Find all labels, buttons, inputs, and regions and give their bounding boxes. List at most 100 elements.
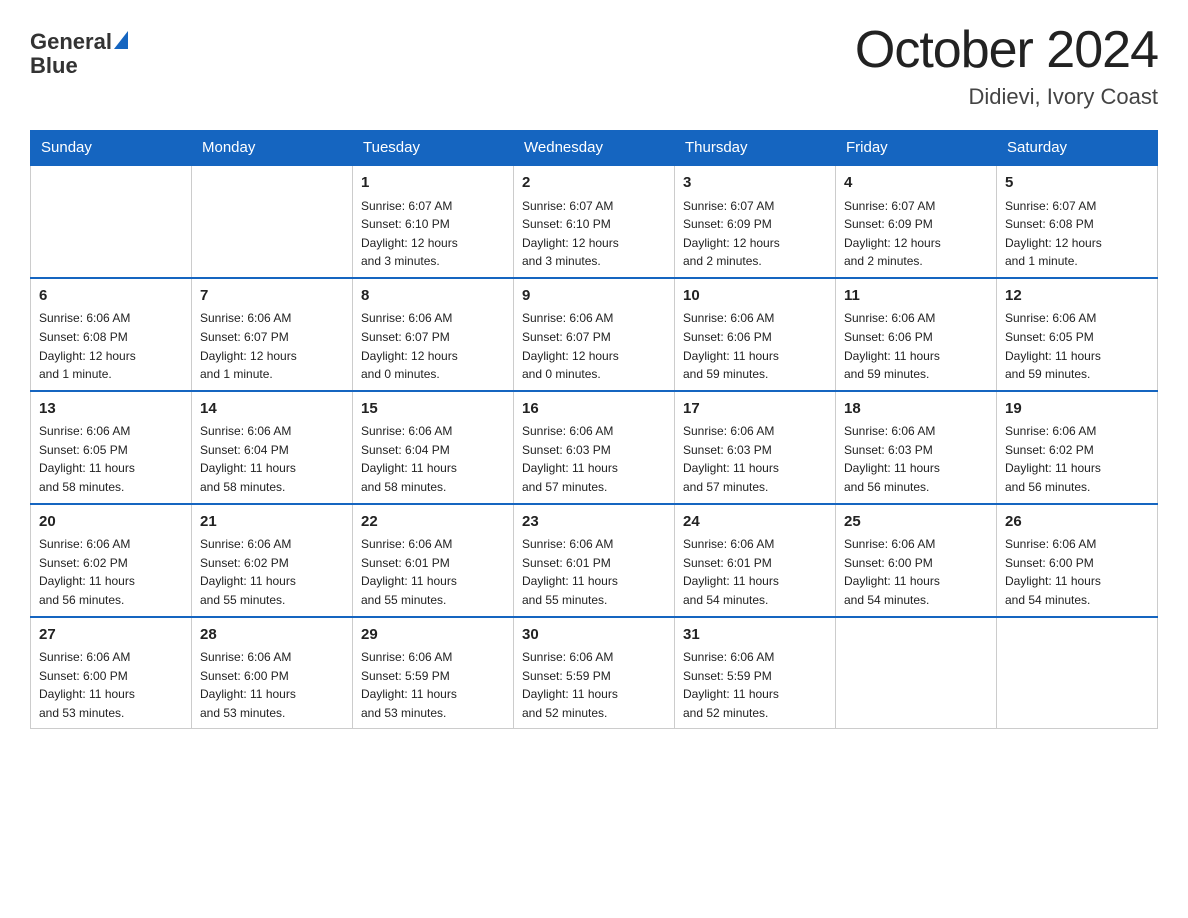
day-number: 20 bbox=[39, 511, 183, 534]
calendar-cell bbox=[192, 165, 353, 278]
calendar-cell: 1Sunrise: 6:07 AM Sunset: 6:10 PM Daylig… bbox=[353, 165, 514, 278]
calendar-cell: 15Sunrise: 6:06 AM Sunset: 6:04 PM Dayli… bbox=[353, 391, 514, 504]
day-number: 8 bbox=[361, 285, 505, 308]
day-info: Sunrise: 6:06 AM Sunset: 6:02 PM Dayligh… bbox=[200, 535, 344, 609]
day-info: Sunrise: 6:06 AM Sunset: 6:01 PM Dayligh… bbox=[683, 535, 827, 609]
day-number: 12 bbox=[1005, 285, 1149, 308]
weekday-header-saturday: Saturday bbox=[997, 131, 1158, 166]
calendar-cell: 25Sunrise: 6:06 AM Sunset: 6:00 PM Dayli… bbox=[836, 504, 997, 617]
day-info: Sunrise: 6:07 AM Sunset: 6:10 PM Dayligh… bbox=[361, 197, 505, 271]
day-info: Sunrise: 6:06 AM Sunset: 6:02 PM Dayligh… bbox=[39, 535, 183, 609]
calendar-cell: 2Sunrise: 6:07 AM Sunset: 6:10 PM Daylig… bbox=[514, 165, 675, 278]
day-number: 9 bbox=[522, 285, 666, 308]
weekday-header-thursday: Thursday bbox=[675, 131, 836, 166]
day-number: 15 bbox=[361, 398, 505, 421]
day-info: Sunrise: 6:07 AM Sunset: 6:08 PM Dayligh… bbox=[1005, 197, 1149, 271]
calendar-cell: 5Sunrise: 6:07 AM Sunset: 6:08 PM Daylig… bbox=[997, 165, 1158, 278]
day-info: Sunrise: 6:06 AM Sunset: 5:59 PM Dayligh… bbox=[361, 648, 505, 722]
day-number: 23 bbox=[522, 511, 666, 534]
logo-blue-text: Blue bbox=[30, 53, 78, 78]
day-number: 30 bbox=[522, 624, 666, 647]
day-info: Sunrise: 6:06 AM Sunset: 6:01 PM Dayligh… bbox=[361, 535, 505, 609]
calendar-week-row: 20Sunrise: 6:06 AM Sunset: 6:02 PM Dayli… bbox=[31, 504, 1158, 617]
weekday-header-monday: Monday bbox=[192, 131, 353, 166]
day-info: Sunrise: 6:06 AM Sunset: 6:06 PM Dayligh… bbox=[844, 309, 988, 383]
day-number: 13 bbox=[39, 398, 183, 421]
calendar-cell: 21Sunrise: 6:06 AM Sunset: 6:02 PM Dayli… bbox=[192, 504, 353, 617]
day-info: Sunrise: 6:07 AM Sunset: 6:09 PM Dayligh… bbox=[683, 197, 827, 271]
day-info: Sunrise: 6:06 AM Sunset: 5:59 PM Dayligh… bbox=[683, 648, 827, 722]
calendar-body: 1Sunrise: 6:07 AM Sunset: 6:10 PM Daylig… bbox=[31, 165, 1158, 729]
calendar-cell bbox=[836, 617, 997, 729]
calendar-cell: 9Sunrise: 6:06 AM Sunset: 6:07 PM Daylig… bbox=[514, 278, 675, 391]
day-info: Sunrise: 6:07 AM Sunset: 6:09 PM Dayligh… bbox=[844, 197, 988, 271]
calendar-week-row: 6Sunrise: 6:06 AM Sunset: 6:08 PM Daylig… bbox=[31, 278, 1158, 391]
day-number: 27 bbox=[39, 624, 183, 647]
day-number: 26 bbox=[1005, 511, 1149, 534]
day-number: 19 bbox=[1005, 398, 1149, 421]
calendar-cell: 31Sunrise: 6:06 AM Sunset: 5:59 PM Dayli… bbox=[675, 617, 836, 729]
calendar-cell: 12Sunrise: 6:06 AM Sunset: 6:05 PM Dayli… bbox=[997, 278, 1158, 391]
calendar-cell: 22Sunrise: 6:06 AM Sunset: 6:01 PM Dayli… bbox=[353, 504, 514, 617]
calendar-week-row: 1Sunrise: 6:07 AM Sunset: 6:10 PM Daylig… bbox=[31, 165, 1158, 278]
day-info: Sunrise: 6:06 AM Sunset: 6:00 PM Dayligh… bbox=[1005, 535, 1149, 609]
calendar-cell: 29Sunrise: 6:06 AM Sunset: 5:59 PM Dayli… bbox=[353, 617, 514, 729]
weekday-header-friday: Friday bbox=[836, 131, 997, 166]
calendar-cell: 17Sunrise: 6:06 AM Sunset: 6:03 PM Dayli… bbox=[675, 391, 836, 504]
day-info: Sunrise: 6:06 AM Sunset: 6:00 PM Dayligh… bbox=[39, 648, 183, 722]
day-info: Sunrise: 6:06 AM Sunset: 6:06 PM Dayligh… bbox=[683, 309, 827, 383]
day-info: Sunrise: 6:06 AM Sunset: 6:07 PM Dayligh… bbox=[200, 309, 344, 383]
day-number: 17 bbox=[683, 398, 827, 421]
day-number: 28 bbox=[200, 624, 344, 647]
calendar-cell: 13Sunrise: 6:06 AM Sunset: 6:05 PM Dayli… bbox=[31, 391, 192, 504]
day-number: 4 bbox=[844, 172, 988, 195]
calendar-month-year: October 2024 bbox=[855, 20, 1158, 80]
logo-triangle-icon bbox=[114, 31, 128, 49]
calendar-cell: 28Sunrise: 6:06 AM Sunset: 6:00 PM Dayli… bbox=[192, 617, 353, 729]
day-number: 25 bbox=[844, 511, 988, 534]
day-number: 6 bbox=[39, 285, 183, 308]
day-number: 29 bbox=[361, 624, 505, 647]
day-number: 7 bbox=[200, 285, 344, 308]
day-info: Sunrise: 6:06 AM Sunset: 5:59 PM Dayligh… bbox=[522, 648, 666, 722]
day-info: Sunrise: 6:06 AM Sunset: 6:05 PM Dayligh… bbox=[39, 422, 183, 496]
calendar-cell: 6Sunrise: 6:06 AM Sunset: 6:08 PM Daylig… bbox=[31, 278, 192, 391]
day-info: Sunrise: 6:06 AM Sunset: 6:07 PM Dayligh… bbox=[522, 309, 666, 383]
day-info: Sunrise: 6:06 AM Sunset: 6:00 PM Dayligh… bbox=[200, 648, 344, 722]
calendar-cell: 7Sunrise: 6:06 AM Sunset: 6:07 PM Daylig… bbox=[192, 278, 353, 391]
logo-general-text: General bbox=[30, 30, 112, 54]
calendar-cell bbox=[997, 617, 1158, 729]
calendar-cell: 23Sunrise: 6:06 AM Sunset: 6:01 PM Dayli… bbox=[514, 504, 675, 617]
day-info: Sunrise: 6:06 AM Sunset: 6:08 PM Dayligh… bbox=[39, 309, 183, 383]
calendar-cell: 20Sunrise: 6:06 AM Sunset: 6:02 PM Dayli… bbox=[31, 504, 192, 617]
day-number: 14 bbox=[200, 398, 344, 421]
calendar-table: SundayMondayTuesdayWednesdayThursdayFrid… bbox=[30, 130, 1158, 729]
calendar-cell: 4Sunrise: 6:07 AM Sunset: 6:09 PM Daylig… bbox=[836, 165, 997, 278]
day-number: 1 bbox=[361, 172, 505, 195]
calendar-cell: 10Sunrise: 6:06 AM Sunset: 6:06 PM Dayli… bbox=[675, 278, 836, 391]
weekday-header-tuesday: Tuesday bbox=[353, 131, 514, 166]
day-number: 5 bbox=[1005, 172, 1149, 195]
day-info: Sunrise: 6:06 AM Sunset: 6:03 PM Dayligh… bbox=[683, 422, 827, 496]
day-number: 21 bbox=[200, 511, 344, 534]
weekday-header-wednesday: Wednesday bbox=[514, 131, 675, 166]
calendar-cell: 16Sunrise: 6:06 AM Sunset: 6:03 PM Dayli… bbox=[514, 391, 675, 504]
day-info: Sunrise: 6:06 AM Sunset: 6:03 PM Dayligh… bbox=[522, 422, 666, 496]
day-info: Sunrise: 6:06 AM Sunset: 6:00 PM Dayligh… bbox=[844, 535, 988, 609]
calendar-cell: 18Sunrise: 6:06 AM Sunset: 6:03 PM Dayli… bbox=[836, 391, 997, 504]
day-number: 11 bbox=[844, 285, 988, 308]
day-number: 18 bbox=[844, 398, 988, 421]
day-number: 16 bbox=[522, 398, 666, 421]
day-info: Sunrise: 6:06 AM Sunset: 6:04 PM Dayligh… bbox=[200, 422, 344, 496]
calendar-cell: 14Sunrise: 6:06 AM Sunset: 6:04 PM Dayli… bbox=[192, 391, 353, 504]
day-info: Sunrise: 6:06 AM Sunset: 6:07 PM Dayligh… bbox=[361, 309, 505, 383]
calendar-title-area: October 2024 Didievi, Ivory Coast bbox=[855, 20, 1158, 110]
calendar-location: Didievi, Ivory Coast bbox=[855, 84, 1158, 110]
calendar-cell: 27Sunrise: 6:06 AM Sunset: 6:00 PM Dayli… bbox=[31, 617, 192, 729]
calendar-cell: 3Sunrise: 6:07 AM Sunset: 6:09 PM Daylig… bbox=[675, 165, 836, 278]
calendar-cell: 11Sunrise: 6:06 AM Sunset: 6:06 PM Dayli… bbox=[836, 278, 997, 391]
day-number: 22 bbox=[361, 511, 505, 534]
day-info: Sunrise: 6:06 AM Sunset: 6:01 PM Dayligh… bbox=[522, 535, 666, 609]
weekday-header-sunday: Sunday bbox=[31, 131, 192, 166]
day-info: Sunrise: 6:06 AM Sunset: 6:04 PM Dayligh… bbox=[361, 422, 505, 496]
